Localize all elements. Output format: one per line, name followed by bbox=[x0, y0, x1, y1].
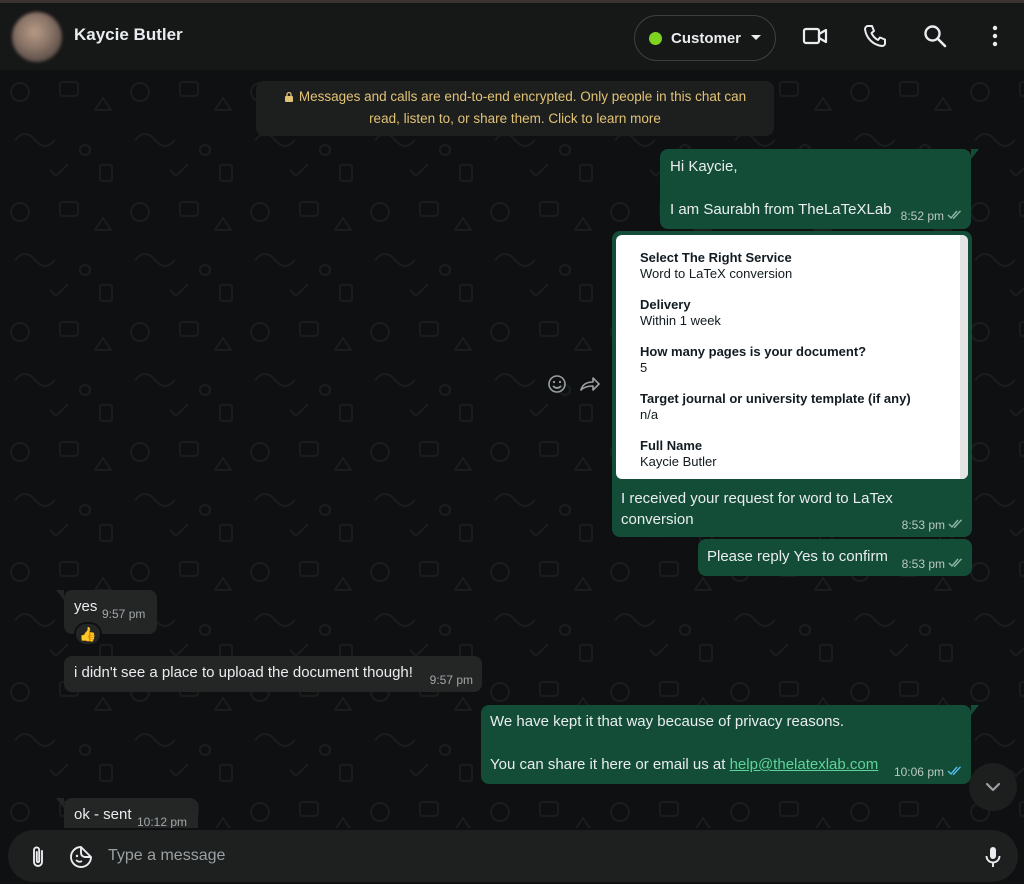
message-text: I am Saurabh from TheLaTeXLab bbox=[670, 201, 892, 218]
double-check-icon bbox=[947, 766, 962, 776]
message-meta: 8:53 pm bbox=[902, 518, 964, 532]
label-color-dot bbox=[649, 31, 662, 45]
encryption-notice-line1: Messages and calls are end-to-end encryp… bbox=[298, 89, 747, 104]
message-meta: 10:06 pm bbox=[894, 765, 963, 779]
forward-icon[interactable] bbox=[578, 373, 600, 395]
caret-down-icon bbox=[751, 35, 761, 40]
message-text: I received your request for word to LaTe… bbox=[621, 490, 893, 528]
message-text: yes bbox=[74, 598, 98, 615]
thumbs-up-reaction[interactable]: 👍 bbox=[74, 622, 102, 646]
form-question: Full Name bbox=[640, 438, 703, 453]
double-check-icon bbox=[948, 558, 963, 568]
message-time: 10:06 pm bbox=[893, 765, 944, 779]
form-scrollbar[interactable] bbox=[960, 235, 968, 479]
message-text: You can share it here or email us at hel… bbox=[490, 756, 879, 773]
message-text: ok - sent bbox=[74, 806, 132, 823]
more-vertical-icon[interactable] bbox=[982, 23, 1008, 49]
email-link[interactable]: help@thelatexlab.com bbox=[730, 756, 879, 773]
form-question: Delivery bbox=[640, 297, 691, 312]
paperclip-icon[interactable] bbox=[26, 844, 52, 870]
contact-avatar[interactable] bbox=[12, 12, 62, 62]
chevron-down-icon bbox=[985, 782, 1001, 792]
message-text: Please reply Yes to confirm bbox=[707, 548, 888, 565]
message-text: i didn't see a place to upload the docum… bbox=[74, 664, 413, 681]
encryption-notice[interactable]: Messages and calls are end-to-end encryp… bbox=[256, 81, 774, 136]
composer-footer bbox=[0, 828, 1024, 884]
message-time: 9:57 pm bbox=[102, 607, 146, 621]
scroll-to-bottom-button[interactable] bbox=[969, 763, 1017, 811]
microphone-icon[interactable] bbox=[980, 844, 1006, 870]
message-input[interactable] bbox=[108, 838, 908, 874]
form-answer: 5 bbox=[640, 360, 648, 375]
form-answer: Kaycie Butler bbox=[640, 454, 717, 469]
message-bubble-outgoing[interactable]: Hi Kaycie, I am Saurabh from TheLaTeXLab… bbox=[660, 149, 979, 229]
form-answer: Within 1 week bbox=[640, 313, 721, 328]
form-response-card[interactable]: Select The Right Service Word to LaTeX c… bbox=[616, 235, 968, 479]
message-bubble-outgoing[interactable]: We have kept it that way because of priv… bbox=[481, 705, 979, 784]
form-question: How many pages is your document? bbox=[640, 344, 867, 359]
form-answer: Word to LaTeX conversion bbox=[640, 266, 793, 281]
message-meta: 8:52 pm bbox=[901, 209, 963, 223]
contact-name[interactable]: Kaycie Butler bbox=[74, 25, 183, 45]
message-time: 8:52 pm bbox=[900, 209, 944, 223]
sticker-icon[interactable] bbox=[68, 844, 94, 870]
label-text: Customer bbox=[671, 29, 742, 47]
form-question: Target journal or university template (i… bbox=[640, 391, 911, 406]
phone-icon[interactable] bbox=[862, 23, 888, 49]
message-hover-actions bbox=[546, 373, 610, 400]
message-text: Hi Kaycie, bbox=[670, 158, 738, 175]
composer-bar bbox=[8, 830, 1018, 882]
message-time: 8:53 pm bbox=[901, 518, 945, 532]
chat-header: Kaycie Butler Customer bbox=[0, 3, 1024, 70]
message-time: 10:12 pm bbox=[137, 815, 188, 828]
message-bubble-outgoing[interactable]: Please reply Yes to confirm 8:53 pm bbox=[698, 539, 972, 576]
message-meta: 8:53 pm bbox=[902, 557, 964, 571]
message-time: 9:57 pm bbox=[429, 673, 473, 687]
encryption-notice-line2: read, listen to, or share them. Click to… bbox=[369, 111, 661, 126]
message-bubble-incoming[interactable]: i didn't see a place to upload the docum… bbox=[64, 656, 482, 692]
message-time: 8:53 pm bbox=[901, 557, 945, 571]
message-text: We have kept it that way because of priv… bbox=[490, 713, 845, 730]
emoji-icon[interactable] bbox=[546, 373, 568, 395]
double-check-icon bbox=[947, 210, 962, 220]
video-camera-icon[interactable] bbox=[802, 23, 828, 49]
double-check-icon bbox=[948, 519, 963, 529]
customer-label-dropdown[interactable]: Customer bbox=[634, 15, 776, 61]
message-bubble-incoming[interactable]: ok - sent 10:12 pm bbox=[56, 798, 198, 828]
form-question: Select The Right Service bbox=[640, 250, 792, 265]
message-list[interactable]: Messages and calls are end-to-end encryp… bbox=[0, 70, 1024, 828]
message-bubble-outgoing-form[interactable]: Select The Right Service Word to LaTeX c… bbox=[612, 231, 972, 537]
form-answer: n/a bbox=[640, 407, 659, 422]
search-icon[interactable] bbox=[922, 23, 948, 49]
lock-icon bbox=[284, 91, 293, 102]
